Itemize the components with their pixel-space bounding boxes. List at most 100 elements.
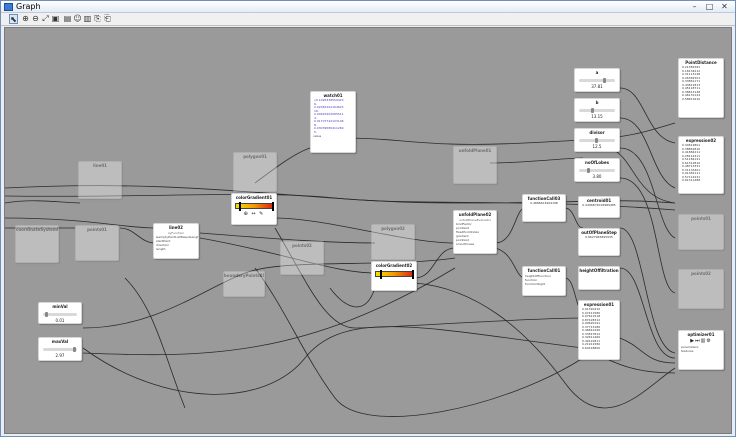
zoom-fit-icon[interactable]: ⤢ [41, 14, 50, 24]
node-min-slider[interactable]: minVal 0.01 [38, 302, 82, 324]
wire[interactable] [82, 326, 584, 395]
wire[interactable] [619, 227, 676, 354]
wire[interactable] [494, 207, 526, 244]
port-label: value [313, 134, 322, 138]
value-slider[interactable] [579, 138, 615, 143]
graph-canvas[interactable]: line01 coordinateSystem01 points01 polyg… [4, 27, 732, 434]
slider-value: 0.01 [55, 318, 65, 323]
wire[interactable] [619, 117, 676, 189]
paste-icon[interactable]: ⎗ [103, 14, 112, 24]
node-function-call03[interactable]: functionCall03 0.4886614909198 [522, 194, 566, 222]
value-slider[interactable] [579, 168, 615, 173]
node-title: heightOffiltration [579, 268, 619, 273]
slider-handle[interactable] [587, 168, 590, 173]
gradient-tool-icons[interactable]: ⊕ ↔ ✎ [232, 211, 276, 218]
value-slider[interactable] [579, 108, 615, 113]
node-watch01[interactable]: watch01 {0.1026338559423 6, 0.0208120216… [310, 91, 356, 153]
list-value: 0.64418800 [582, 346, 601, 350]
function-value: 0.4886614909198 [530, 202, 558, 205]
node-points-right2[interactable]: points02 [678, 269, 724, 309]
node-out-of-plane[interactable]: outOfPlaneStep 0.6627965895935 [578, 228, 620, 256]
node-color-gradient02[interactable]: colorGradient02 [371, 261, 417, 291]
node-slider-lobes[interactable]: noOfLobes 3.80 [574, 158, 620, 182]
node-unfold-plane01[interactable]: unfoldPlane01 [453, 146, 497, 184]
wire[interactable] [619, 267, 676, 359]
gradient-bar[interactable] [235, 202, 274, 211]
node-title: a [595, 70, 599, 75]
node-title: b [595, 100, 599, 105]
wire[interactable] [274, 217, 456, 244]
port-label: features [681, 349, 694, 353]
pointer-icon[interactable]: ⬉ [9, 14, 18, 24]
wire[interactable] [414, 282, 676, 409]
slider-handle[interactable] [45, 312, 48, 317]
node-title: coordinateSystem01 [16, 227, 58, 232]
save-icon[interactable]: ▥ [83, 14, 92, 24]
wire[interactable] [414, 247, 456, 279]
wire[interactable] [619, 147, 676, 239]
node-expression02[interactable]: expression02 0.34814801 0.38861810 0.418… [678, 136, 724, 194]
wire[interactable] [494, 247, 526, 279]
wire[interactable] [619, 87, 676, 144]
node-slider-b[interactable]: b 13.15 [574, 98, 620, 122]
gradient-stop-handle[interactable] [239, 202, 241, 211]
node-centroid[interactable]: centroid01 0.4496874018989485 [578, 196, 620, 218]
settings-icon[interactable]: ⚙ [706, 338, 711, 344]
open-icon[interactable]: ▤ [63, 14, 72, 24]
wire[interactable] [5, 200, 81, 204]
node-function-call01[interactable]: functionCall01 heightOfFunction function… [522, 266, 566, 296]
close-button[interactable]: ✕ [719, 2, 730, 11]
node-slider-divisor[interactable]: divisor 12.5 [574, 128, 620, 152]
node-optimizer[interactable]: optimizer01 ▶⏭▥⚙ parameters features [678, 330, 724, 370]
node-point-distance[interactable]: PointDistance 0.21381581 0.18134212 0.31… [678, 58, 724, 118]
gradient-bar[interactable] [375, 270, 414, 279]
maximize-button[interactable]: □ [704, 2, 715, 11]
node-line02[interactable]: line02 xyFunction &emptyPointListBasedLe… [153, 223, 199, 259]
wire[interactable] [119, 227, 156, 244]
node-title: polygon01 [243, 154, 267, 159]
optimizer-controls[interactable]: ▶⏭▥⚙ [679, 338, 723, 345]
wire[interactable] [489, 157, 584, 164]
wire[interactable] [344, 122, 676, 145]
value-slider[interactable] [579, 78, 615, 83]
user-icon[interactable]: ☺ [73, 14, 82, 24]
node-color-gradient01[interactable]: colorGradient01 ⊕ ↔ ✎ [231, 193, 277, 225]
zoom-in-icon[interactable]: ⊕ [21, 14, 30, 24]
wire[interactable] [124, 277, 186, 409]
node-points01[interactable]: points01 [75, 225, 119, 261]
wire[interactable] [619, 337, 676, 364]
wire[interactable] [619, 177, 676, 294]
gradient-stop-handle[interactable] [272, 202, 274, 211]
list-value: 0.61311488 [682, 179, 701, 182]
image-icon[interactable]: ▣ [51, 14, 60, 24]
zoom-out-icon[interactable]: ⊖ [31, 14, 40, 24]
slider-value: 3.80 [592, 174, 602, 179]
node-expression01[interactable]: expression01 0.91320410 0.07411580 0.076… [578, 300, 620, 360]
node-max-slider[interactable]: maxVal 2.97 [38, 337, 82, 361]
node-line01[interactable]: line01 [78, 161, 122, 199]
node-polygon02[interactable]: polygon02 [371, 224, 415, 260]
node-height-filtration[interactable]: heightOffiltration [578, 266, 620, 290]
wire[interactable] [604, 357, 676, 374]
slider-handle[interactable] [603, 78, 606, 83]
node-title: noOfLobes [585, 160, 609, 165]
node-title: divisor [589, 130, 605, 135]
node-boundary-points[interactable]: boundaryPoints01 [223, 271, 265, 297]
gradient-stop-handle[interactable] [412, 270, 414, 279]
node-coordinate-system[interactable]: coordinateSystem01 [15, 225, 59, 263]
node-title: minVal [52, 304, 68, 309]
node-unfold-plane02[interactable]: unfoldPlane02 unfoldPlaneEvaluator bindF… [453, 210, 497, 254]
value-slider[interactable] [43, 312, 77, 317]
value-slider[interactable] [43, 347, 77, 352]
node-slider-a[interactable]: a 37.81 [574, 68, 620, 92]
copy-icon[interactable]: ⎘ [93, 14, 102, 24]
slider-handle[interactable] [595, 138, 598, 143]
slider-handle[interactable] [591, 108, 594, 113]
gradient-stop-handle[interactable] [380, 270, 382, 279]
node-points-right[interactable]: points01 [678, 214, 724, 250]
slider-handle[interactable] [73, 347, 76, 352]
node-points02[interactable]: points02 [280, 241, 324, 275]
minimize-button[interactable]: – [689, 2, 700, 11]
node-polygon01[interactable]: polygon01 [233, 152, 277, 192]
wire[interactable] [329, 287, 376, 308]
